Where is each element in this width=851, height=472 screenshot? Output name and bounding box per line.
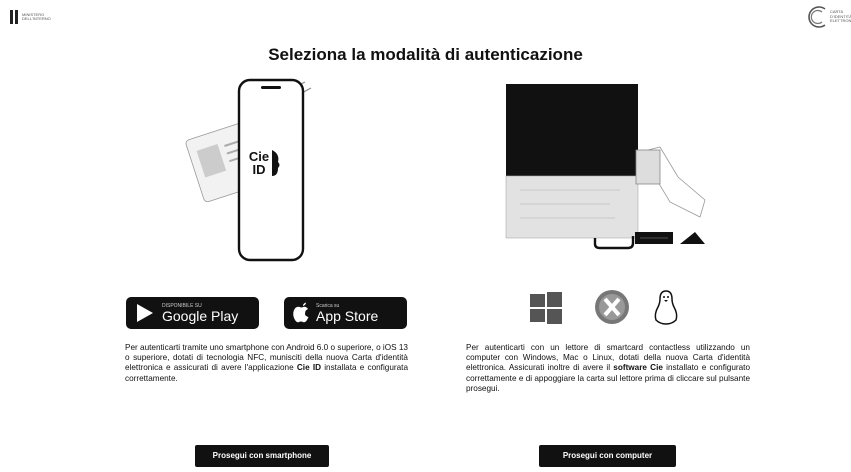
computer-description: Per autenticarti con un lettore di smart…: [466, 343, 750, 394]
computer-illustration: [505, 84, 706, 250]
cie-logo: CARTA D'IDENTITÀ ELETTRONICA: [806, 4, 851, 30]
apple-icon: [293, 302, 309, 323]
ministero-logo-text: MINISTERO DELL'INTERNO: [22, 12, 51, 21]
cie-id-app-logo: Cie ID: [247, 150, 271, 176]
smartphone-description-app-name: Cie ID: [296, 363, 322, 373]
macos-icon: [595, 290, 629, 324]
prosegui-smartphone-button[interactable]: Prosegui con smartphone: [195, 445, 329, 467]
smartphone-description: Per autenticarti tramite uno smartphone …: [125, 343, 408, 384]
cie-logo-text: CARTA D'IDENTITÀ ELETTRONICA: [830, 9, 851, 24]
app-store-badge[interactable]: Scarica su App Store: [284, 297, 407, 329]
cie-id-face-icon: [272, 150, 280, 176]
google-play-label: Google Play: [162, 307, 239, 324]
windows-icon: [530, 292, 562, 324]
cie-id-logo-line2: ID: [252, 162, 266, 177]
google-play-icon: [137, 304, 153, 322]
prosegui-computer-button[interactable]: Prosegui con computer: [539, 445, 676, 467]
computer-description-software-name: software Cie: [613, 363, 663, 373]
cie-c-icon: [808, 6, 826, 28]
ministero-emblem-icon: [10, 10, 18, 24]
linux-icon: [654, 290, 678, 325]
google-play-badge[interactable]: DISPONIBILE SU Google Play: [126, 297, 259, 329]
app-store-label: App Store: [316, 307, 379, 324]
page-title: Seleziona la modalità di autenticazione: [268, 45, 583, 64]
ministero-logo: MINISTERO DELL'INTERNO: [10, 10, 62, 24]
